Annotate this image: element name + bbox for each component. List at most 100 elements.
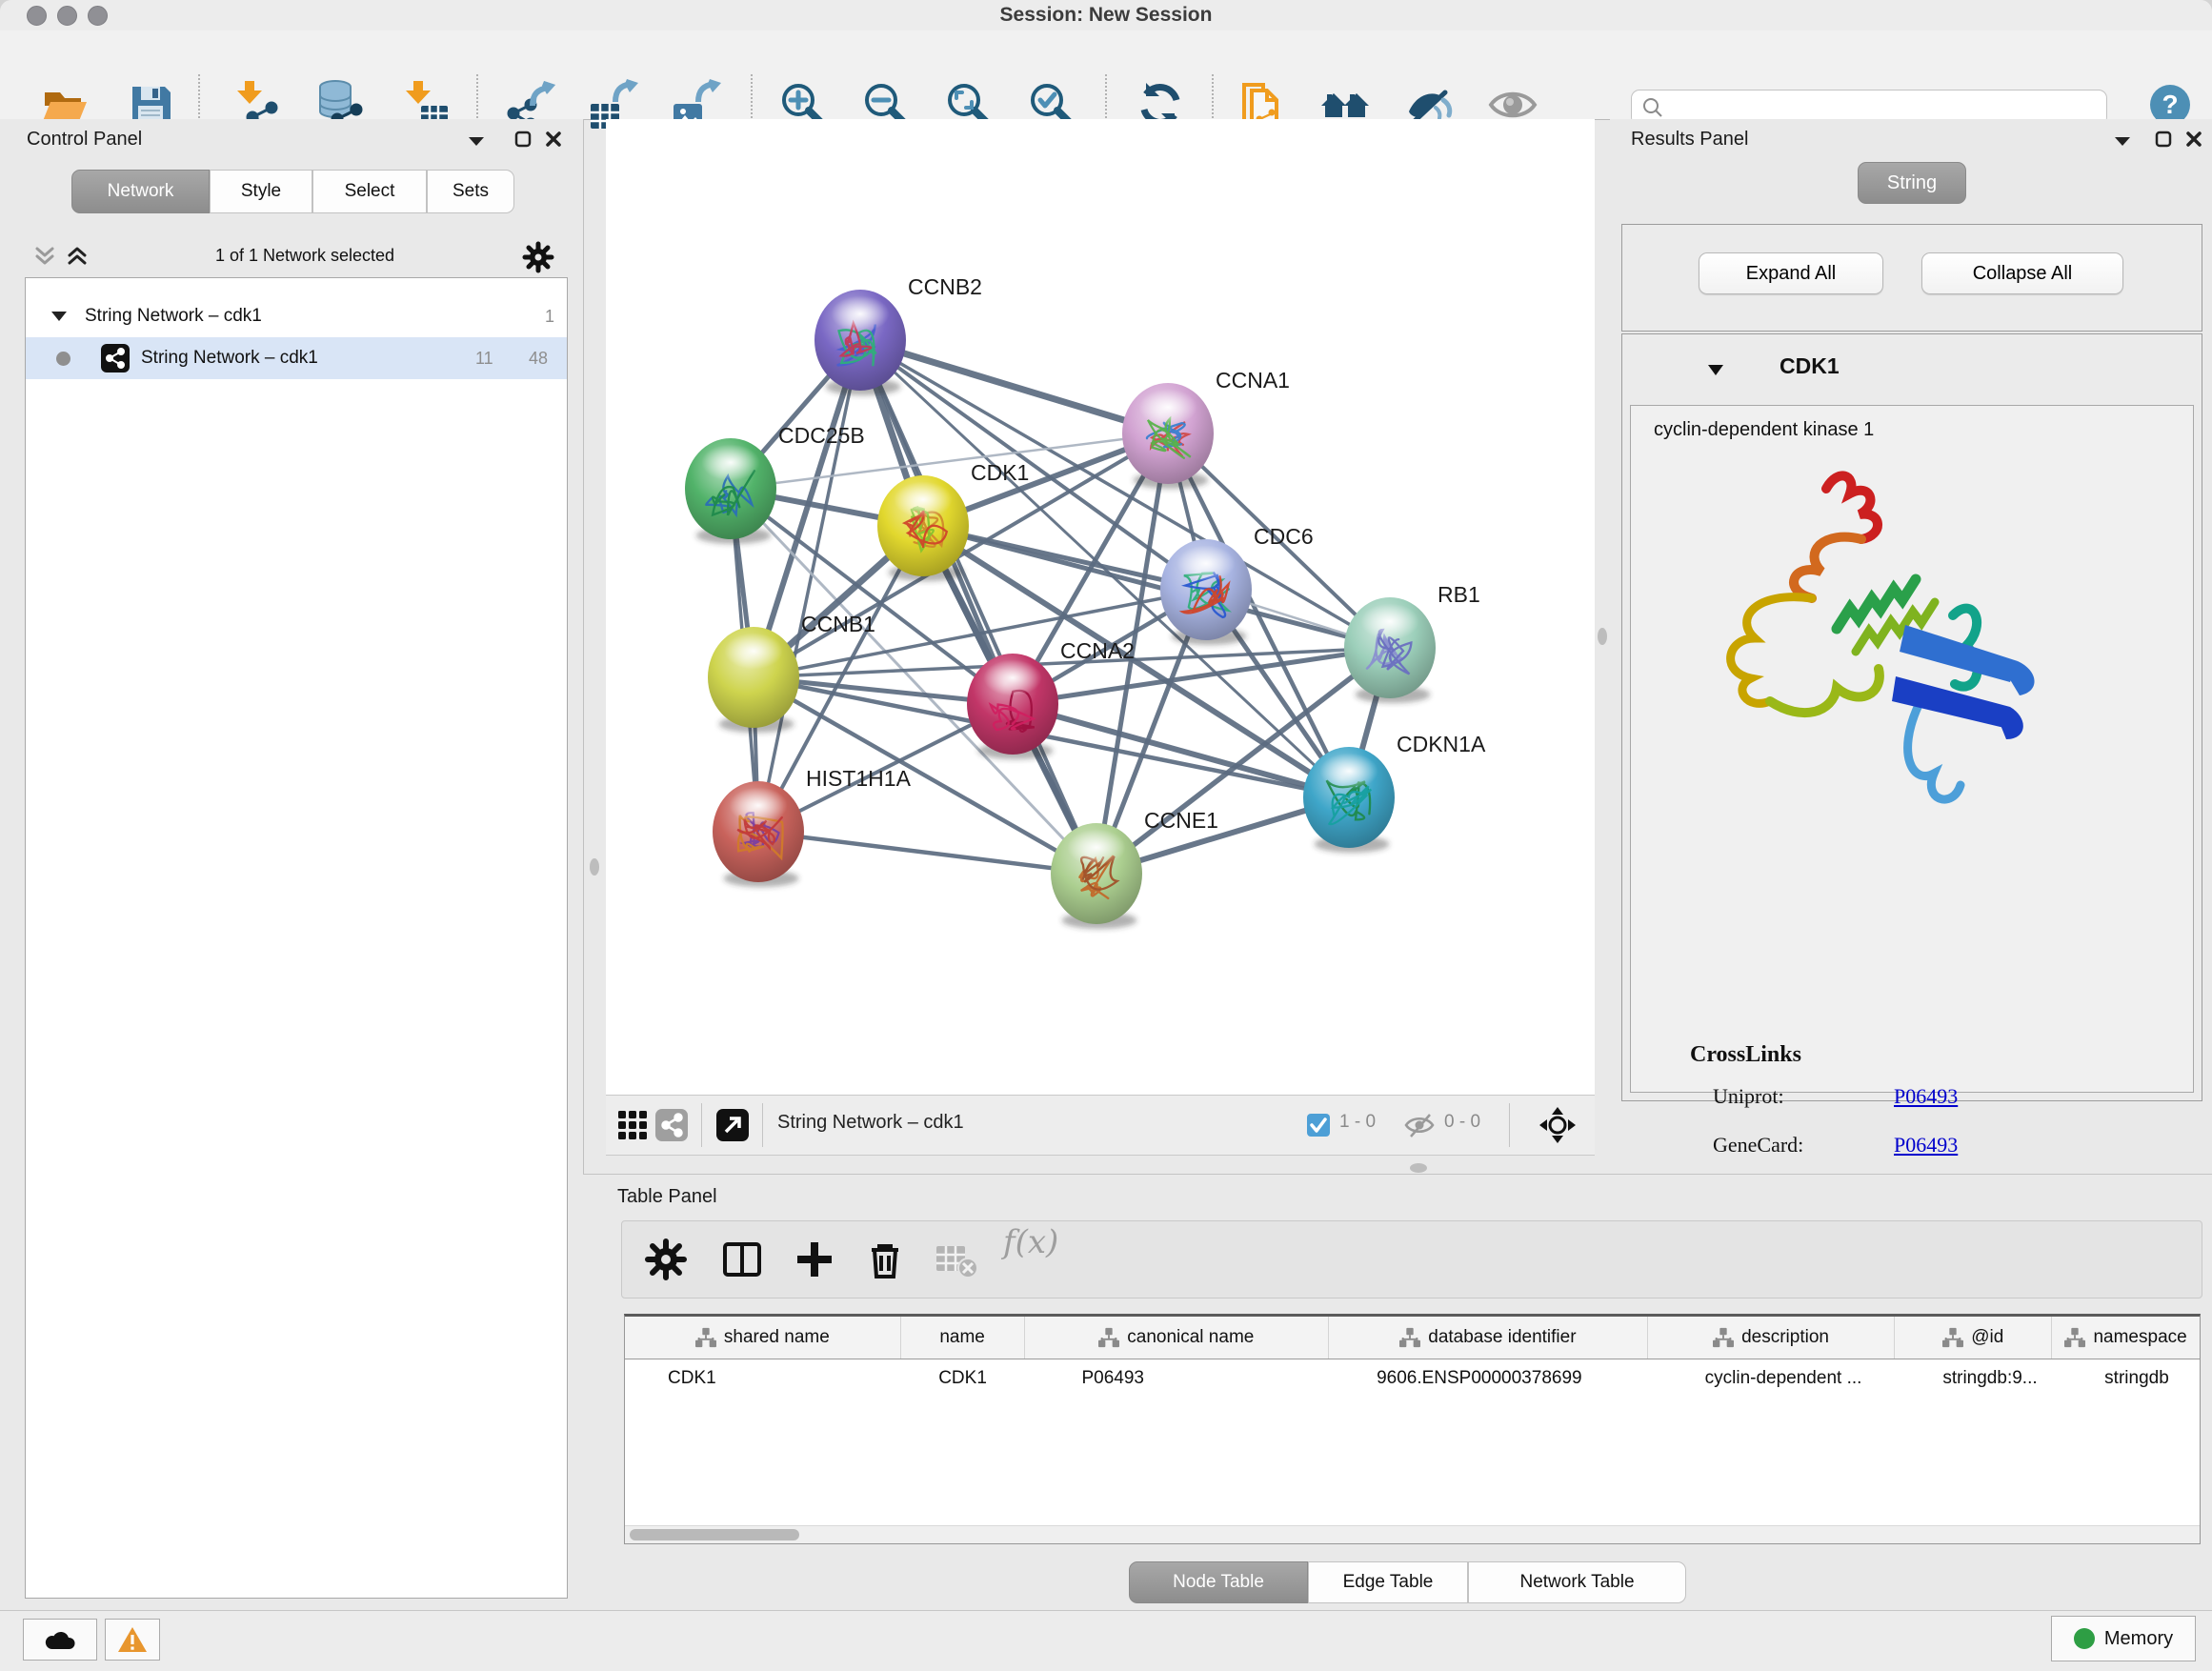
column-header-database-identifier[interactable]: database identifier <box>1329 1317 1648 1359</box>
network-tree: String Network – cdk1 1 String Network –… <box>25 277 568 1599</box>
network-node-CDC6[interactable]: CDC6 <box>1160 524 1314 645</box>
cloud-icon <box>44 1628 76 1651</box>
cell-name[interactable]: CDK1 <box>901 1359 1025 1398</box>
horizontal-scrollbar[interactable] <box>625 1525 2200 1543</box>
node-table: shared name name canonical name database… <box>624 1314 2201 1544</box>
network-node-RB1[interactable]: RB1 <box>1344 582 1480 703</box>
tab-network-table[interactable]: Network Table <box>1468 1561 1686 1603</box>
search-icon <box>1641 96 1664 119</box>
warnings-button[interactable] <box>105 1619 160 1661</box>
main-toolbar: ? <box>0 30 2212 120</box>
network-row[interactable]: String Network – cdk1 11 48 <box>26 337 567 379</box>
cell-shared-name[interactable]: CDK1 <box>625 1359 901 1398</box>
selected-checkbox-icon[interactable] <box>1307 1114 1330 1137</box>
collapse-all-button[interactable]: Collapse All <box>1921 252 2123 294</box>
network-edge-count: 48 <box>529 349 548 369</box>
results-entry-box: CDK1 cyclin-dependent kinase 1 <box>1621 333 2202 1101</box>
birdseye-view-icon[interactable] <box>1539 1107 1576 1143</box>
vertical-splitter-handle[interactable] <box>1598 628 1607 645</box>
cell-namespace[interactable]: stringdb <box>2052 1359 2200 1398</box>
cell-database-identifier[interactable]: 9606.ENSP00000378699 <box>1329 1359 1648 1398</box>
crosslink-genecard-link[interactable]: P06493 <box>1894 1133 1958 1158</box>
network-node-CDKN1A[interactable]: CDKN1A <box>1303 732 1486 853</box>
float-panel-icon[interactable] <box>2155 131 2172 148</box>
collection-count: 1 <box>545 307 554 327</box>
tab-node-table[interactable]: Node Table <box>1129 1561 1308 1603</box>
table-settings-gear-icon[interactable] <box>643 1237 689 1282</box>
cell-description[interactable]: cyclin-dependent ... <box>1648 1359 1896 1398</box>
network-collection-row[interactable]: String Network – cdk1 1 <box>26 295 567 337</box>
tab-edge-table[interactable]: Edge Table <box>1308 1561 1468 1603</box>
delete-column-icon[interactable] <box>862 1237 908 1282</box>
delete-table-icon[interactable] <box>933 1237 978 1282</box>
expand-all-button[interactable]: Expand All <box>1699 252 1883 294</box>
tab-style[interactable]: Style <box>210 170 312 213</box>
network-view-icon[interactable] <box>655 1109 688 1141</box>
memory-button[interactable]: Memory <box>2051 1616 2196 1661</box>
network-view-title: String Network – cdk1 <box>777 1112 964 1134</box>
entry-description: cyclin-dependent kinase 1 <box>1654 419 1874 441</box>
column-header-canonical-name[interactable]: canonical name <box>1025 1317 1330 1359</box>
protein-structure-image <box>1669 455 2069 817</box>
expand-all-tree-icon[interactable] <box>65 245 90 268</box>
tab-string[interactable]: String <box>1858 162 1966 204</box>
cell-canonical-name[interactable]: P06493 <box>1024 1359 1329 1398</box>
cell-id[interactable]: stringdb:9... <box>1895 1359 2052 1398</box>
toolbar-separator <box>701 1103 702 1147</box>
entry-collapse-icon[interactable] <box>1706 363 1725 377</box>
network-node-HIST1H1A[interactable]: HIST1H1A <box>713 766 912 887</box>
function-builder-icon[interactable]: f(x) <box>1003 1223 1079 1269</box>
node-label-CCNA2: CCNA2 <box>1060 638 1135 663</box>
crosslink-uniprot-link[interactable]: P06493 <box>1894 1084 1958 1109</box>
panel-menu-icon[interactable] <box>2113 134 2132 148</box>
vertical-splitter-handle[interactable] <box>590 858 599 876</box>
show-columns-icon[interactable] <box>719 1237 765 1282</box>
tree-expand-icon[interactable] <box>50 310 68 323</box>
network-canvas[interactable]: CCNB2CCNA1CDC25BCDK1CDC6RB1CCNB1CCNA2CDK… <box>606 119 1595 1095</box>
hierarchy-icon <box>2064 1327 2085 1348</box>
detach-view-icon[interactable] <box>716 1109 749 1141</box>
cloud-button[interactable] <box>23 1619 97 1661</box>
network-graph[interactable]: CCNB2CCNA1CDC25BCDK1CDC6RB1CCNB1CCNA2CDK… <box>606 119 1595 1095</box>
gear-icon[interactable] <box>522 241 554 273</box>
grid-view-icon[interactable] <box>617 1110 648 1140</box>
collapse-all-tree-icon[interactable] <box>32 245 57 268</box>
tab-sets[interactable]: Sets <box>427 170 514 213</box>
create-column-icon[interactable] <box>792 1237 837 1282</box>
table-panel-title: Table Panel <box>617 1186 717 1208</box>
column-header-name[interactable]: name <box>901 1317 1025 1359</box>
network-name: String Network – cdk1 <box>141 348 318 369</box>
crosslink-label: Uniprot: <box>1713 1084 1784 1109</box>
horizontal-splitter-handle[interactable] <box>1410 1163 1427 1173</box>
hidden-eye-icon[interactable] <box>1404 1113 1435 1137</box>
hidden-node-edge-counts: 0 - 0 <box>1444 1112 1480 1133</box>
column-header-id[interactable]: @id <box>1895 1317 2052 1359</box>
entry-detail-box: cyclin-dependent kinase 1 <box>1630 405 2194 1093</box>
tab-select[interactable]: Select <box>312 170 427 213</box>
hierarchy-icon <box>695 1327 716 1348</box>
hierarchy-icon <box>1098 1327 1119 1348</box>
network-selection-status: 1 of 1 Network selected <box>105 246 505 266</box>
node-label-CDC6: CDC6 <box>1254 524 1314 549</box>
scrollbar-thumb[interactable] <box>630 1529 799 1540</box>
float-panel-icon[interactable] <box>514 131 532 148</box>
close-panel-icon[interactable] <box>2185 131 2202 148</box>
network-icon <box>101 344 130 372</box>
collection-name: String Network – cdk1 <box>85 306 262 327</box>
search-input[interactable] <box>1664 96 2106 119</box>
table-row[interactable]: CDK1 CDK1 P06493 9606.ENSP00000378699 cy… <box>625 1359 2200 1398</box>
results-panel: Results Panel String Expand All Collapse… <box>1610 119 2212 1155</box>
close-panel-icon[interactable] <box>545 131 562 148</box>
node-label-CCNE1: CCNE1 <box>1144 808 1218 833</box>
column-header-description[interactable]: description <box>1648 1317 1896 1359</box>
table-header-row: shared name name canonical name database… <box>625 1317 2200 1359</box>
selected-node-edge-counts: 1 - 0 <box>1339 1112 1376 1133</box>
status-bar: Memory <box>0 1610 2212 1671</box>
column-header-namespace[interactable]: namespace <box>2052 1317 2200 1359</box>
network-node-count: 11 <box>475 349 493 369</box>
panel-menu-icon[interactable] <box>467 134 486 148</box>
node-label-CCNA1: CCNA1 <box>1216 368 1290 393</box>
tab-network[interactable]: Network <box>71 170 210 213</box>
network-node-CDK1[interactable]: CDK1 <box>877 460 1029 581</box>
column-header-shared-name[interactable]: shared name <box>625 1317 901 1359</box>
